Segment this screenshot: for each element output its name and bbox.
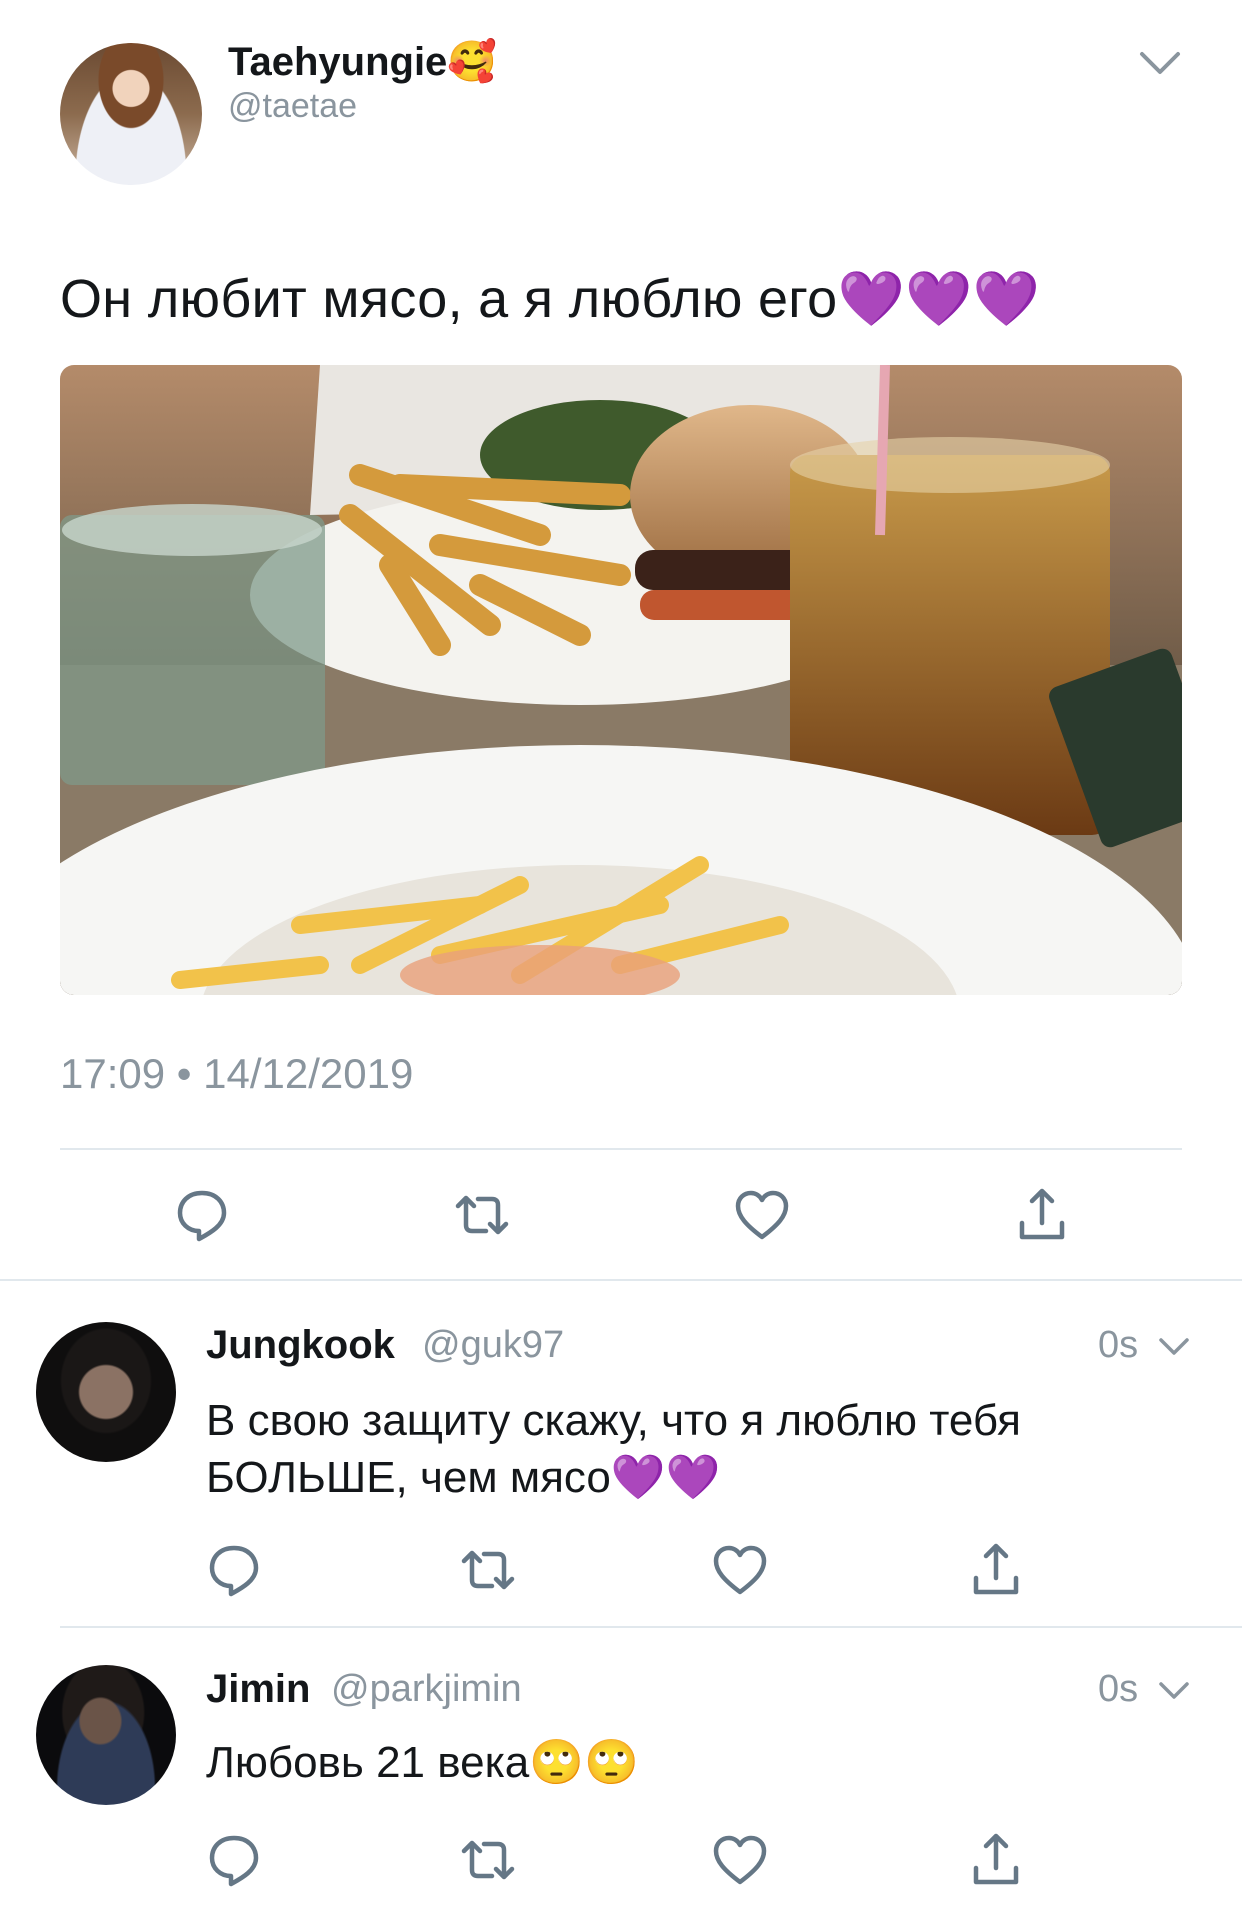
reply-display-name[interactable]: Jimin (206, 1667, 310, 1712)
food-photo-icon (60, 365, 1182, 995)
like-icon[interactable] (732, 1185, 792, 1245)
share-icon[interactable] (1012, 1185, 1072, 1245)
like-icon[interactable] (710, 1830, 770, 1890)
chevron-down-icon[interactable] (1138, 50, 1182, 76)
reply-time: 0s (1098, 1324, 1139, 1366)
author-display-name[interactable]: Taehyungie🥰 (228, 38, 497, 85)
reply-text-line: БОЛЬШЕ, чем мясо💜💜 (206, 1453, 721, 1502)
reply-text-line: В свою защиту скажу, что я люблю тебя (206, 1396, 1021, 1445)
reply-time: 0s (1098, 1668, 1139, 1710)
reply-display-name[interactable]: Jungkook (206, 1323, 395, 1368)
reply-handle[interactable]: @parkjimin (331, 1668, 522, 1711)
divider (60, 1148, 1182, 1150)
chevron-down-icon[interactable] (1158, 1337, 1190, 1357)
reply-icon[interactable] (172, 1185, 232, 1245)
author-avatar[interactable] (60, 43, 202, 185)
divider (0, 1279, 1242, 1281)
author-handle[interactable]: @taetae (228, 87, 357, 126)
share-icon[interactable] (966, 1830, 1026, 1890)
tweet-text: Он любит мясо, а я люблю его💜💜💜 (60, 269, 1041, 329)
divider (60, 1626, 1242, 1628)
tweet-timestamp: 17:09 • 14/12/2019 (60, 1050, 414, 1097)
share-icon[interactable] (966, 1540, 1026, 1600)
retweet-icon[interactable] (452, 1185, 512, 1245)
reply-icon[interactable] (204, 1540, 264, 1600)
retweet-icon[interactable] (458, 1540, 518, 1600)
like-icon[interactable] (710, 1540, 770, 1600)
tweet-photo[interactable] (60, 365, 1182, 995)
avatar[interactable] (36, 1665, 176, 1805)
reply-handle[interactable]: @guk97 (422, 1324, 564, 1367)
retweet-icon[interactable] (458, 1830, 518, 1890)
reply-icon[interactable] (204, 1830, 264, 1890)
reply-text: Любовь 21 века🙄🙄 (206, 1738, 639, 1787)
avatar[interactable] (36, 1322, 176, 1462)
reply-text: В свою защиту скажу, что я люблю тебя БО… (206, 1392, 1186, 1506)
chevron-down-icon[interactable] (1158, 1681, 1190, 1701)
